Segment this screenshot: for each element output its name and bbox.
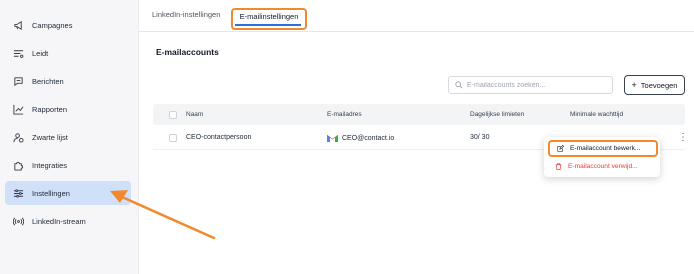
row-email: CEO@contact.io [342,134,395,142]
row-action-menu: E-mailaccount bewerk... E-mailaccount ve… [544,137,660,177]
select-all-checkbox[interactable] [169,111,177,119]
puzzle-icon [12,159,24,171]
sidebar-item-berichten[interactable]: Berichten [5,69,131,93]
row-daily-limit: 30/ 30 [470,134,490,141]
sidebar-item-integraties[interactable]: Integraties [5,153,131,177]
column-header-min-wait: Minimale wachttijd [570,111,624,118]
active-tab-indicator [235,24,301,26]
tab-e-mailinstellingen[interactable]: E-mailinstellingen [231,8,307,30]
broadcast-icon [12,215,24,227]
menu-item-edit[interactable]: E-mailaccount bewerk... [548,140,658,157]
row-menu-kebab-icon[interactable]: ⋮ [678,132,688,143]
tab-bar: LinkedIn-instellingen E-mailinstellingen [139,0,694,32]
sidebar-item-label: Leidt [32,48,49,58]
add-button[interactable]: + Toevoegen [624,75,685,95]
chart-icon [12,103,24,115]
sidebar-item-leidt[interactable]: Leidt [5,41,131,65]
row-email-cell: CEO@contact.io [327,134,394,142]
sidebar-item-label: LinkedIn-stream [32,216,86,226]
edit-icon [557,145,564,152]
sidebar-item-linkedin-stream[interactable]: LinkedIn-stream [5,209,131,233]
menu-item-edit-label: E-mailaccount bewerk... [570,145,641,152]
search-box[interactable] [448,76,613,94]
sidebar-item-label: Instellingen [32,188,70,198]
sliders-icon [12,187,24,199]
sidebar-item-instellingen[interactable]: Instellingen [5,181,131,205]
gmail-icon [327,134,338,142]
trash-icon [555,163,562,170]
menu-item-delete[interactable]: E-mailaccount verwijd... [548,158,658,175]
sidebar: Campagnes Leidt Berichten Rapporten Zwar… [0,0,139,274]
megaphone-icon [12,19,24,31]
chat-bubble-icon [12,75,24,87]
sidebar-item-label: Berichten [32,76,64,86]
search-input[interactable] [467,81,607,89]
menu-item-delete-label: E-mailaccount verwijd... [568,163,638,170]
column-header-email: E-mailadres [327,111,362,118]
row-checkbox[interactable] [169,134,177,142]
plus-icon: + [631,80,637,90]
add-button-label: Toevoegen [640,80,678,90]
column-header-daily-limits: Dagelijkse limieten [470,111,525,118]
tab-linkedin-instellingen[interactable]: LinkedIn-instellingen [152,10,220,19]
table-header: Naam E-mailadres Dagelijkse limieten Min… [153,104,685,125]
column-header-naam: Naam [186,111,204,118]
page-title: E-mailaccounts [156,47,219,57]
sidebar-item-label: Rapporten [32,104,68,114]
row-name: CEO-contactpersoon [186,134,252,141]
sidebar-item-rapporten[interactable]: Rapporten [5,97,131,121]
sidebar-item-campagnes[interactable]: Campagnes [5,13,131,37]
list-filter-icon [12,47,24,59]
sidebar-item-label: Zwarte lijst [32,132,68,142]
main-content: LinkedIn-instellingen E-mailinstellingen… [139,0,694,274]
user-block-icon [12,131,24,143]
sidebar-item-label: Campagnes [32,20,73,30]
sidebar-item-zwarte-lijst[interactable]: Zwarte lijst [5,125,131,149]
search-icon [455,81,463,89]
sidebar-item-label: Integraties [32,160,68,170]
